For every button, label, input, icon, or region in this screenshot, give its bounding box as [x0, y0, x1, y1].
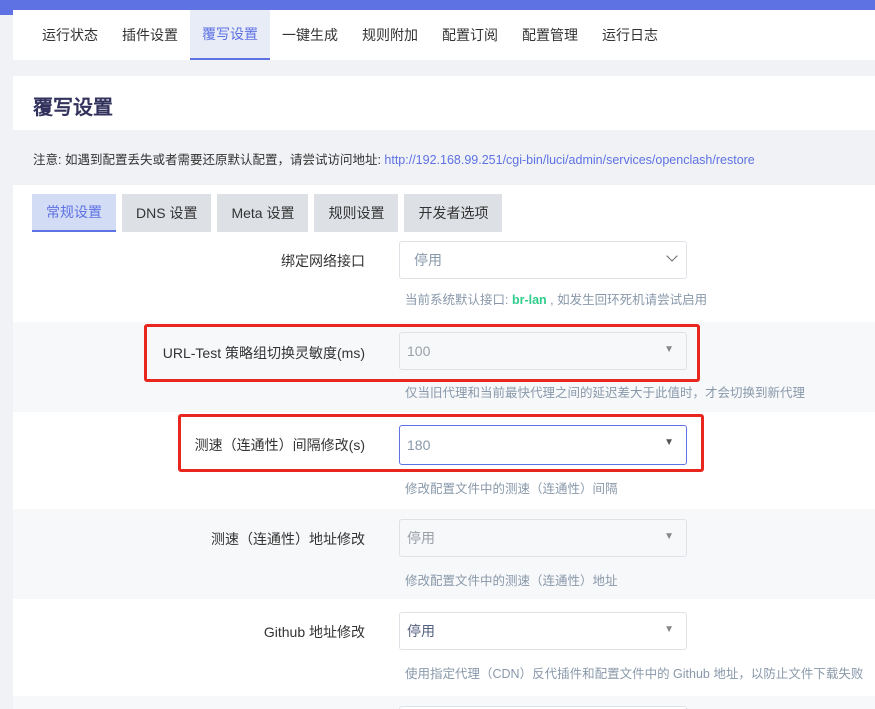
nav-tab-config-manage[interactable]: 配置管理 — [510, 10, 590, 60]
highlight-box — [144, 324, 700, 382]
setting-hint: 仅当旧代理和当前最快代理之间的延迟差大于此值时，才会切换到新代理 — [405, 386, 806, 400]
bind-interface-select[interactable]: 停用 — [399, 241, 687, 279]
nav-tab-one-click-generate[interactable]: 一键生成 — [270, 10, 350, 60]
settings-rows: 绑定网络接口 停用 当前系统默认接口: br-lan , 如发生回环死机请尝试启… — [13, 232, 875, 709]
notice-text: 注意: 如遇到配置丢失或者需要还原默认配置，请尝试访问地址: — [33, 153, 385, 167]
setting-row-test-interval: 测速（连通性）间隔修改(s) 180 ▼ 修改配置文件中的测速（连通性）间隔 — [13, 412, 875, 509]
nav-tab-run-log[interactable]: 运行日志 — [590, 10, 670, 60]
restore-link[interactable]: http://192.168.99.251/cgi-bin/luci/admin… — [384, 153, 754, 167]
main-nav: 运行状态 插件设置 覆写设置 一键生成 规则附加 配置订阅 配置管理 运行日志 — [13, 10, 875, 60]
select-value: 停用 — [407, 623, 435, 639]
nav-tab-status[interactable]: 运行状态 — [13, 10, 110, 60]
nav-tab-rule-append[interactable]: 规则附加 — [350, 10, 430, 60]
title-card: 覆写设置 — [13, 76, 875, 130]
setting-row-next — [13, 696, 875, 709]
nav-tab-override-settings[interactable]: 覆写设置 — [190, 10, 270, 60]
setting-hint: 修改配置文件中的测速（连通性）地址 — [405, 574, 618, 588]
hint-suffix: , 如发生回环死机请尝试启用 — [546, 293, 708, 307]
setting-row-bind-interface: 绑定网络接口 停用 当前系统默认接口: br-lan , 如发生回环死机请尝试启… — [13, 232, 875, 322]
nav-tab-plugin-settings[interactable]: 插件设置 — [110, 10, 190, 60]
tab-rules[interactable]: 规则设置 — [314, 194, 399, 232]
github-address-select[interactable]: 停用 ▼ — [399, 612, 687, 650]
tab-general[interactable]: 常规设置 — [32, 194, 116, 232]
page-title: 覆写设置 — [33, 97, 113, 119]
chevron-down-icon — [666, 250, 678, 262]
interface-code: br-lan — [511, 293, 547, 307]
restore-notice: 注意: 如遇到配置丢失或者需要还原默认配置，请尝试访问地址: http://19… — [33, 149, 755, 168]
tab-developer[interactable]: 开发者选项 — [404, 194, 503, 232]
nav-tab-config-subscribe[interactable]: 配置订阅 — [430, 10, 510, 60]
setting-hint: 修改配置文件中的测速（连通性）间隔 — [405, 482, 618, 496]
settings-tabs: 常规设置 DNS 设置 Meta 设置 规则设置 开发者选项 — [32, 194, 508, 232]
setting-row-urltest-tolerance: URL-Test 策略组切换灵敏度(ms) 100 ▼ 仅当旧代理和当前最快代理… — [13, 322, 875, 412]
setting-label: 绑定网络接口 — [281, 253, 365, 269]
select-value: 停用 — [414, 252, 442, 268]
setting-label: 测速（连通性）地址修改 — [211, 531, 365, 547]
test-url-select[interactable]: 停用 ▼ — [399, 519, 687, 557]
caret-down-icon: ▼ — [664, 624, 674, 635]
hint-prefix: 当前系统默认接口: — [405, 293, 512, 307]
setting-label: Github 地址修改 — [263, 624, 365, 640]
select-value: 停用 — [407, 530, 435, 546]
highlight-box — [178, 414, 704, 472]
tab-dns[interactable]: DNS 设置 — [122, 194, 212, 232]
settings-panel: 常规设置 DNS 设置 Meta 设置 规则设置 开发者选项 绑定网络接口 停用… — [13, 185, 875, 709]
tab-meta[interactable]: Meta 设置 — [217, 194, 309, 232]
setting-row-test-url: 测速（连通性）地址修改 停用 ▼ 修改配置文件中的测速（连通性）地址 — [13, 509, 875, 599]
setting-hint: 当前系统默认接口: br-lan , 如发生回环死机请尝试启用 — [405, 289, 707, 308]
setting-row-github-address: Github 地址修改 停用 ▼ 使用指定代理（CDN）反代插件和配置文件中的 … — [13, 599, 875, 696]
setting-hint: 使用指定代理（CDN）反代插件和配置文件中的 Github 地址，以防止文件下载… — [405, 667, 864, 681]
caret-down-icon: ▼ — [664, 531, 674, 542]
